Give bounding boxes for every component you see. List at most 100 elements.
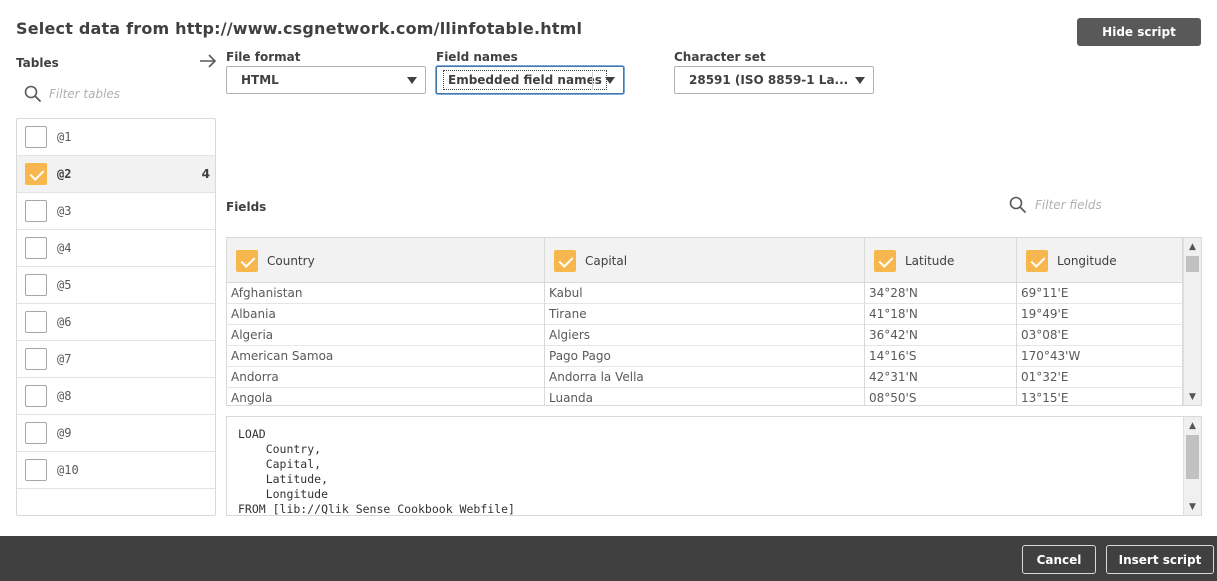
table-row: Afghanistan Kabul 34°28'N 69°11'E	[227, 283, 1183, 304]
table-item[interactable]: @3	[17, 193, 215, 230]
arrow-right-icon	[200, 54, 217, 68]
character-set-value: 28591 (ISO 8859-1 La...	[689, 73, 849, 87]
table-cell: Andorra	[227, 367, 545, 388]
cancel-button[interactable]: Cancel	[1022, 545, 1096, 574]
table-name: @1	[57, 130, 72, 144]
table-cell: 69°11'E	[1017, 283, 1183, 304]
table-item[interactable]: @2 4	[17, 156, 215, 193]
character-set-select[interactable]: 28591 (ISO 8859-1 La...	[674, 66, 874, 94]
scroll-down-icon[interactable]: ▼	[1184, 500, 1201, 514]
table-item[interactable]: @7	[17, 341, 215, 378]
script-editor[interactable]: LOAD Country, Capital, Latitude, Longitu…	[226, 416, 1202, 516]
table-cell: 14°16'S	[865, 346, 1017, 367]
file-format-select[interactable]: HTML	[226, 66, 426, 94]
table-item[interactable]: @1	[17, 119, 215, 156]
table-item[interactable]: @4	[17, 230, 215, 267]
filter-fields-input[interactable]: Filter fields	[1035, 198, 1195, 212]
table-cell: Afghanistan	[227, 283, 545, 304]
table-item[interactable]: @10	[17, 452, 215, 489]
scrollbar-thumb[interactable]	[1186, 256, 1199, 272]
fields-header: Country Capital Latitude Longitude	[227, 238, 1183, 283]
table-checkbox[interactable]	[25, 311, 47, 333]
table-cell: 13°15'E	[1017, 388, 1183, 405]
table-cell: 36°42'N	[865, 325, 1017, 346]
table-cell: 01°32'E	[1017, 367, 1183, 388]
table-name: @5	[57, 278, 72, 292]
table-checkbox[interactable]	[25, 459, 47, 481]
filter-tables-input[interactable]: Filter tables	[49, 87, 199, 101]
checkbox-longitude[interactable]	[1026, 249, 1048, 272]
field-header-label: Latitude	[905, 253, 955, 268]
table-checkbox[interactable]	[25, 200, 47, 222]
table-cell: 170°43'W	[1017, 346, 1183, 367]
scroll-up-icon[interactable]: ▲	[1184, 419, 1201, 433]
checkbox-country[interactable]	[236, 249, 258, 272]
table-item[interactable]: @6	[17, 304, 215, 341]
table-checkbox[interactable]	[25, 237, 47, 259]
table-field-count: 4	[201, 167, 210, 181]
table-item[interactable]: @9	[17, 415, 215, 452]
table-item[interactable]: @5	[17, 267, 215, 304]
table-row: Andorra Andorra la Vella 42°31'N 01°32'E	[227, 367, 1183, 388]
fields-grid: Country Capital Latitude Longitude Afgha…	[226, 237, 1202, 406]
file-format-label: File format	[226, 50, 301, 64]
scroll-up-icon[interactable]: ▲	[1184, 240, 1201, 254]
chevron-down-icon	[605, 77, 615, 84]
table-checkbox[interactable]	[25, 126, 47, 148]
fields-scrollbar[interactable]: ▲ ▼	[1183, 238, 1201, 405]
table-name: @6	[57, 315, 72, 329]
table-cell: 41°18'N	[865, 304, 1017, 325]
table-checkbox[interactable]	[25, 422, 47, 444]
select-divider	[592, 72, 593, 90]
table-checkbox[interactable]	[25, 163, 47, 185]
table-cell: Kabul	[545, 283, 865, 304]
tables-label: Tables	[16, 56, 59, 70]
character-set-label: Character set	[674, 50, 766, 64]
scroll-down-icon[interactable]: ▼	[1184, 390, 1201, 404]
file-format-value: HTML	[241, 73, 279, 87]
insert-script-button[interactable]: Insert script	[1106, 545, 1214, 574]
scrollbar-thumb[interactable]	[1186, 435, 1199, 479]
script-text: LOAD Country, Capital, Latitude, Longitu…	[238, 427, 515, 516]
field-column-country[interactable]: Country	[227, 238, 545, 283]
table-row: Angola Luanda 08°50'S 13°15'E	[227, 388, 1183, 405]
field-column-latitude[interactable]: Latitude	[865, 238, 1017, 283]
field-column-capital[interactable]: Capital	[545, 238, 865, 283]
table-row: American Samoa Pago Pago 14°16'S 170°43'W	[227, 346, 1183, 367]
table-cell: 34°28'N	[865, 283, 1017, 304]
field-header-label: Longitude	[1057, 253, 1117, 268]
table-name: @2	[57, 167, 72, 181]
table-name: @7	[57, 352, 72, 366]
dialog-title: Select data from http://www.csgnetwork.c…	[16, 19, 583, 38]
table-checkbox[interactable]	[25, 348, 47, 370]
table-cell: 08°50'S	[865, 388, 1017, 405]
fields-label: Fields	[226, 200, 267, 214]
field-column-longitude[interactable]: Longitude	[1017, 238, 1183, 283]
table-name: @4	[57, 241, 72, 255]
table-cell: Albania	[227, 304, 545, 325]
table-cell: 03°08'E	[1017, 325, 1183, 346]
field-names-value: Embedded field names	[448, 73, 602, 87]
table-cell: Tirane	[545, 304, 865, 325]
table-item[interactable]: @8	[17, 378, 215, 415]
table-checkbox[interactable]	[25, 274, 47, 296]
table-name: @3	[57, 204, 72, 218]
script-scrollbar[interactable]: ▲ ▼	[1183, 417, 1201, 515]
dialog-footer: Cancel Insert script	[0, 536, 1217, 581]
field-names-select[interactable]: Embedded field names	[436, 66, 624, 94]
table-checkbox[interactable]	[25, 385, 47, 407]
table-name: @8	[57, 389, 72, 403]
table-cell: Pago Pago	[545, 346, 865, 367]
search-icon	[1009, 196, 1027, 214]
table-cell: Algeria	[227, 325, 545, 346]
table-name: @9	[57, 426, 72, 440]
table-name: @10	[57, 463, 79, 477]
table-cell: 42°31'N	[865, 367, 1017, 388]
hide-script-button[interactable]: Hide script	[1077, 18, 1201, 46]
checkbox-capital[interactable]	[554, 249, 576, 272]
table-cell: Andorra la Vella	[545, 367, 865, 388]
table-cell: Luanda	[545, 388, 865, 405]
checkbox-latitude[interactable]	[874, 249, 896, 272]
table-cell: Angola	[227, 388, 545, 405]
table-row: Albania Tirane 41°18'N 19°49'E	[227, 304, 1183, 325]
